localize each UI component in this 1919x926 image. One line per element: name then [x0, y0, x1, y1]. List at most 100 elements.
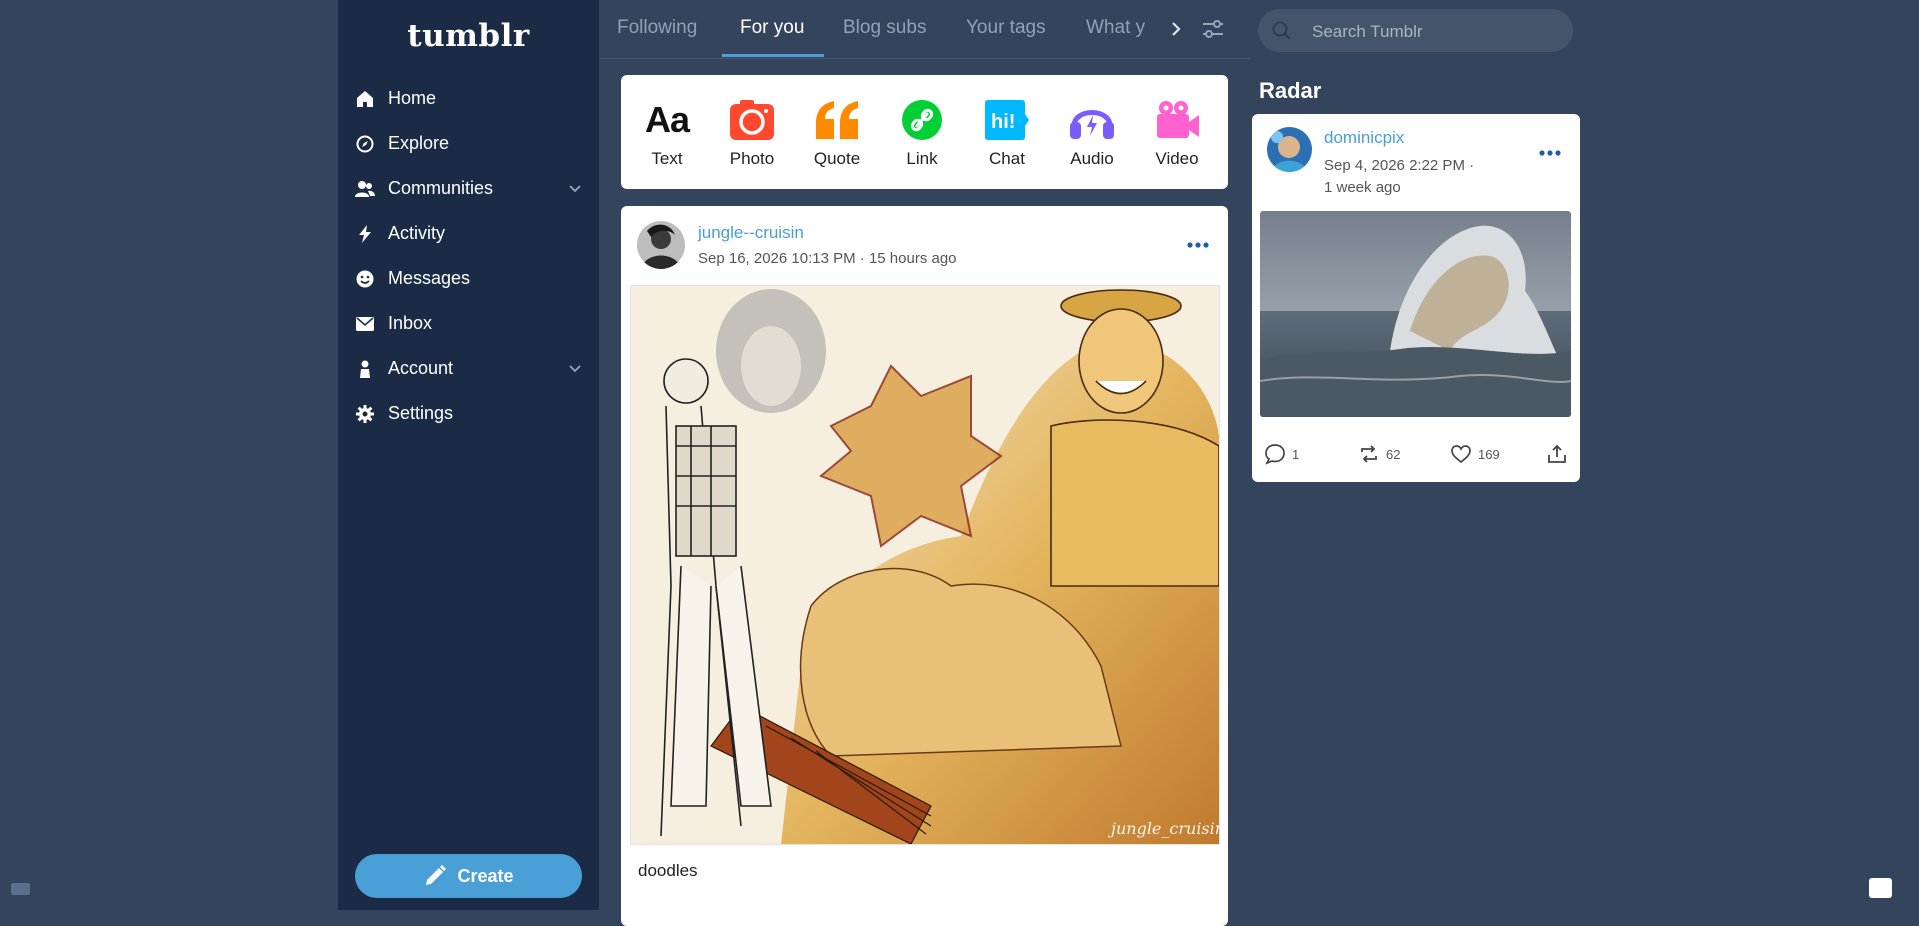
create-button-label: Create [457, 865, 514, 886]
people-icon [355, 179, 375, 199]
tab-for-you[interactable]: For you [740, 17, 804, 39]
post-composer: Aa Text Photo Quote Link hi! Chat Audio … [621, 75, 1228, 189]
pencil-icon [426, 865, 447, 885]
post-type-video[interactable]: Video [1142, 97, 1212, 169]
more-options-icon[interactable] [1538, 144, 1562, 162]
post-type-link[interactable]: Link [887, 97, 957, 169]
reblog-icon [1361, 445, 1377, 463]
heart-badge-icon[interactable] [11, 883, 30, 895]
home-icon [355, 89, 375, 109]
chat-icon: hi! [972, 97, 1042, 143]
radar-heading: Radar [1259, 78, 1322, 103]
text-icon: Aa [644, 99, 690, 140]
reply-button[interactable]: 1 [1264, 443, 1299, 465]
post-type-photo[interactable]: Photo [717, 97, 787, 169]
radar-post-card: dominicpix Sep 4, 2026 2:22 PM · 1 week … [1252, 114, 1580, 482]
gear-icon [355, 404, 375, 424]
wave-photo [1260, 211, 1571, 417]
svg-text:hi!: hi! [991, 111, 1015, 133]
heart-icon [1451, 445, 1471, 464]
post-type-label: Video [1155, 149, 1199, 168]
sidebar-item-communities[interactable]: Communities [338, 166, 599, 211]
post-blog-name[interactable]: jungle--cruisin [698, 223, 804, 243]
feed-tabs: Following For you Blog subs Your tags Wh… [600, 0, 1250, 59]
post-type-label: Chat [989, 149, 1025, 168]
post-image[interactable]: jungle_cruisin [630, 285, 1225, 845]
sidebar-item-label: Account [388, 358, 454, 378]
tab-whats-new[interactable]: What y [1086, 17, 1148, 39]
radar-blog-name[interactable]: dominicpix [1324, 128, 1404, 148]
post-type-label: Photo [729, 149, 775, 168]
sidebar-item-label: Activity [388, 223, 446, 243]
sidebar-item-label: Home [388, 88, 437, 108]
tab-blog-subs[interactable]: Blog subs [843, 17, 926, 39]
post-type-label: Quote [813, 149, 861, 168]
sidebar-nav: Home Explore Communities Activity Messag… [338, 76, 599, 436]
sidebar-item-settings[interactable]: Settings [338, 391, 599, 436]
post-type-quote[interactable]: Quote [802, 97, 872, 169]
main-feed: Following For you Blog subs Your tags Wh… [600, 0, 1250, 926]
tab-following[interactable]: Following [617, 17, 697, 39]
sidebar-item-account[interactable]: Account [338, 346, 599, 391]
speech-bubble-icon [1265, 444, 1285, 465]
post-caption: doodles [638, 861, 698, 880]
reblog-count: 62 [1386, 446, 1401, 462]
sidebar-item-messages[interactable]: Messages [338, 256, 599, 301]
sidebar-item-home[interactable]: Home [338, 76, 599, 121]
radar-date: Sep 4, 2026 2:22 PM · [1324, 157, 1475, 174]
sliders-icon[interactable] [1198, 14, 1228, 44]
search-input[interactable] [1310, 9, 1564, 54]
quote-icon [802, 97, 872, 143]
like-button[interactable]: 169 [1450, 443, 1500, 465]
smiley-icon [355, 269, 375, 289]
avatar[interactable] [637, 221, 685, 269]
avatar[interactable] [1267, 127, 1312, 172]
post-card: jungle--cruisin Sep 16, 2026 10:13 PM · … [621, 206, 1228, 926]
chevron-down-icon[interactable] [567, 180, 583, 196]
like-count: 169 [1478, 446, 1500, 462]
active-tab-indicator [722, 54, 824, 57]
sidebar-item-explore[interactable]: Explore [338, 121, 599, 166]
post-type-label: Audio [1070, 149, 1114, 168]
reply-count: 1 [1292, 446, 1300, 462]
more-options-icon[interactable] [1186, 236, 1210, 254]
post-type-label: Link [906, 149, 938, 168]
video-camera-icon [1142, 97, 1212, 143]
envelope-icon [355, 314, 375, 334]
reblog-button[interactable]: 62 [1358, 443, 1400, 465]
sidebar-item-label: Settings [388, 403, 454, 423]
radar-timestamp: Sep 4, 2026 2:22 PM · 1 week ago [1324, 155, 1494, 199]
share-button[interactable] [1546, 443, 1568, 465]
post-actions: 1 62 169 [1252, 443, 1580, 473]
post-timestamp: Sep 16, 2026 10:13 PM · 15 hours ago [698, 250, 957, 267]
sidebar-item-activity[interactable]: Activity [338, 211, 599, 256]
lightning-icon [355, 224, 375, 244]
sidebar-item-label: Inbox [388, 313, 433, 333]
chevron-down-icon[interactable] [567, 360, 583, 376]
search-bar[interactable] [1258, 9, 1573, 54]
tab-your-tags[interactable]: Your tags [966, 17, 1046, 39]
doodle-illustration: jungle_cruisin [631, 286, 1225, 845]
post-type-audio[interactable]: Audio [1057, 97, 1127, 169]
compass-icon [355, 134, 375, 154]
tumblr-logo[interactable]: tumblr [338, 18, 599, 54]
post-type-label: Text [651, 149, 683, 168]
share-icon [1548, 444, 1566, 463]
sidebar-item-label: Messages [388, 268, 471, 288]
image-signature: jungle_cruisin [1108, 819, 1219, 838]
radar-relative-time: 1 week ago [1324, 179, 1401, 196]
sidebar-item-inbox[interactable]: Inbox [338, 301, 599, 346]
radar-post-image[interactable] [1260, 211, 1571, 417]
search-icon [1272, 21, 1291, 40]
headphones-icon [1057, 97, 1127, 143]
post-type-chat[interactable]: hi! Chat [972, 97, 1042, 169]
sidebar-item-label: Explore [388, 133, 450, 153]
link-icon [887, 97, 957, 143]
chevron-right-icon[interactable] [1162, 16, 1190, 42]
sidebar-item-label: Communities [388, 178, 494, 198]
person-icon [355, 359, 375, 379]
create-button[interactable]: Create [355, 854, 582, 898]
camera-icon [717, 97, 787, 143]
post-type-text[interactable]: Aa Text [632, 97, 702, 169]
help-widget-icon[interactable] [1869, 878, 1892, 898]
